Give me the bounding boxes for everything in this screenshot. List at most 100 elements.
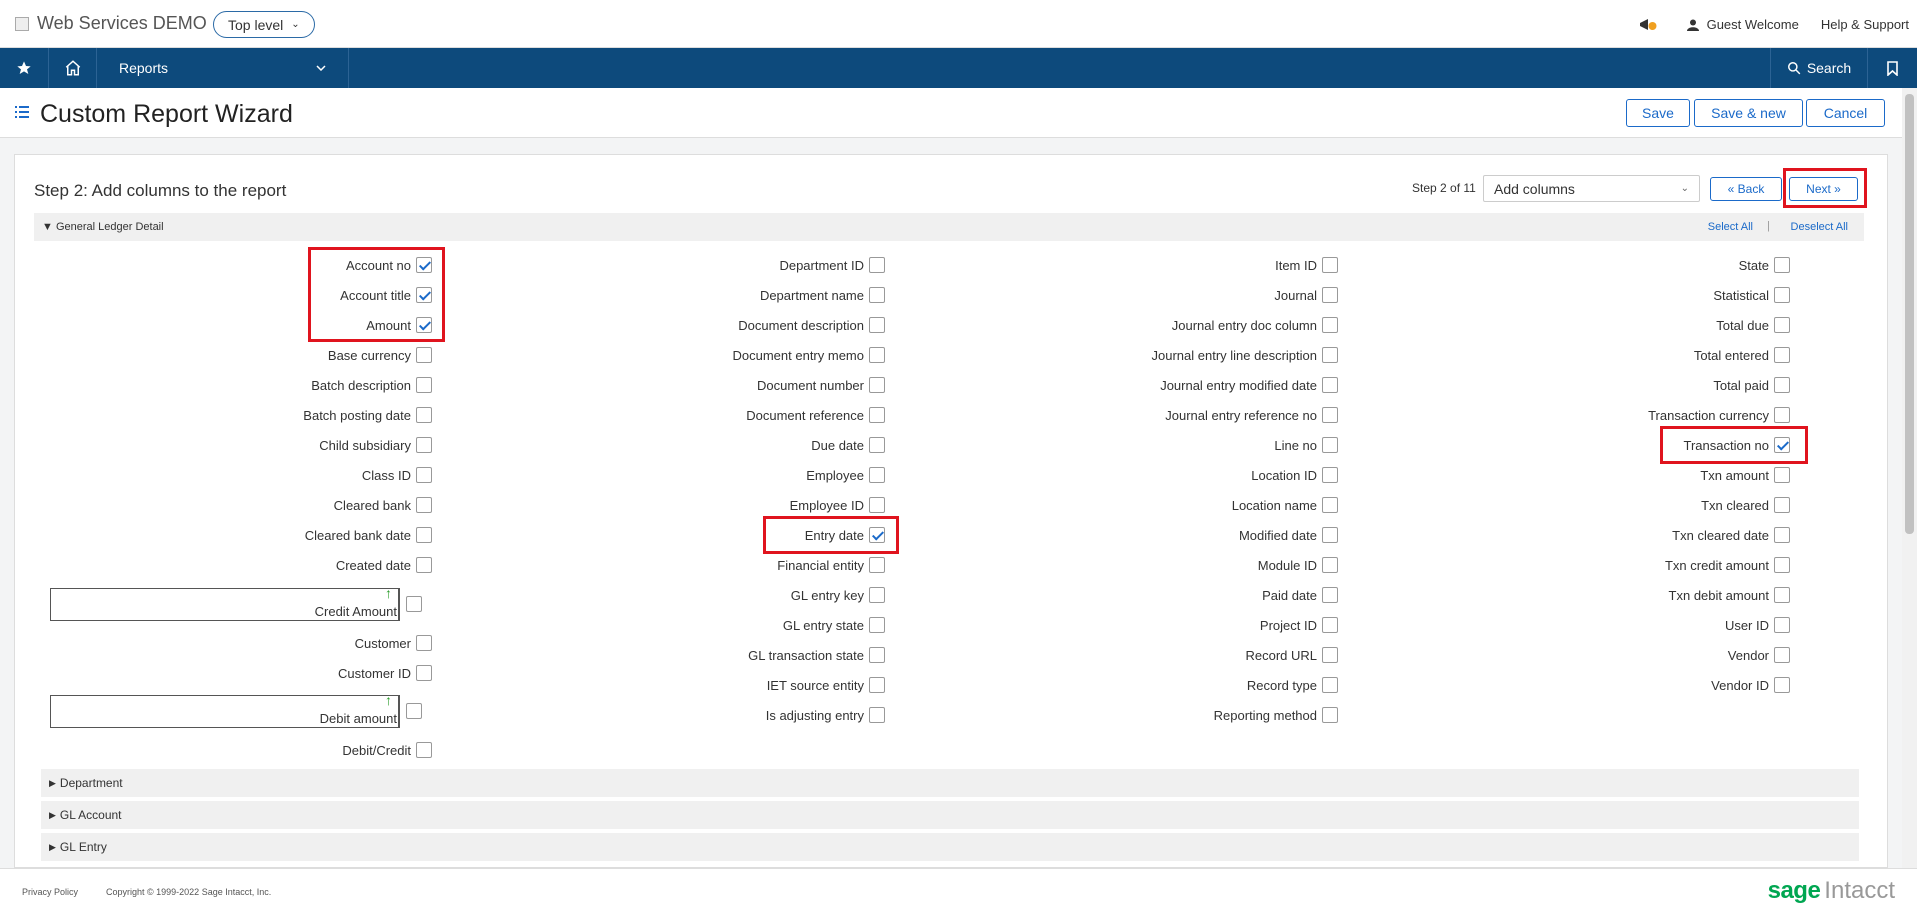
checkbox[interactable] [1322,257,1338,273]
checkbox[interactable] [1322,557,1338,573]
column-field-row[interactable]: Entry date [545,524,885,546]
column-field-row[interactable]: Department ID [545,254,885,276]
privacy-policy-link[interactable]: Privacy Policy [22,887,78,897]
checkbox[interactable] [416,665,432,681]
column-field-row[interactable]: Line no [998,434,1338,456]
reports-menu[interactable]: Reports [97,48,349,88]
column-field-row[interactable]: Financial entity [545,554,885,576]
column-field-row[interactable]: Modified date [998,524,1338,546]
column-field-row[interactable]: Is adjusting entry [545,704,885,726]
checkbox[interactable] [869,707,885,723]
column-field-row[interactable]: Txn cleared date [1450,524,1790,546]
checkbox[interactable] [1322,587,1338,603]
search-button[interactable]: Search [1770,48,1868,88]
column-field-row[interactable]: Journal entry line description [998,344,1338,366]
checkbox[interactable] [1322,497,1338,513]
checkbox-checked[interactable] [869,527,885,543]
checkbox[interactable] [869,437,885,453]
column-field-row[interactable]: GL transaction state [545,644,885,666]
column-field-row[interactable]: Transaction no [1450,434,1790,456]
checkbox[interactable] [869,377,885,393]
column-field-row[interactable]: Location name [998,494,1338,516]
column-field-row[interactable]: Employee [545,464,885,486]
section-department[interactable]: ▶ Department [41,769,1859,797]
save-and-new-button[interactable]: Save & new [1694,99,1803,127]
next-button[interactable]: Next » [1789,177,1858,201]
checkbox[interactable] [1322,437,1338,453]
checkbox[interactable] [869,317,885,333]
column-field-row[interactable]: Cleared bank [92,494,432,516]
column-field-row[interactable]: Record type [998,674,1338,696]
checkbox[interactable] [1774,377,1790,393]
column-field-row[interactable]: Txn cleared [1450,494,1790,516]
checkbox[interactable] [869,407,885,423]
checkbox[interactable] [869,677,885,693]
save-button[interactable]: Save [1626,99,1690,127]
checkbox[interactable] [1322,347,1338,363]
checkbox[interactable] [416,467,432,483]
checkbox-checked[interactable] [416,317,432,333]
column-field-row[interactable]: Total due [1450,314,1790,336]
level-selector[interactable]: Top level ⌄ [213,11,315,38]
checkbox[interactable] [1774,257,1790,273]
column-field-row[interactable]: GL entry key [545,584,885,606]
checkbox[interactable] [869,497,885,513]
column-field-row[interactable]: GL entry state [545,614,885,636]
column-field-row[interactable]: Customer ID [92,662,432,684]
guest-user-menu[interactable]: Guest Welcome [1686,17,1799,32]
checkbox[interactable] [406,703,422,719]
column-field-row[interactable]: Total paid [1450,374,1790,396]
column-field-row[interactable]: Record URL [998,644,1338,666]
formula-input[interactable]: ↑ Debit amount [50,692,400,728]
checkbox[interactable] [406,596,422,612]
column-field-row[interactable]: Statistical [1450,284,1790,306]
column-field-row[interactable]: Department name [545,284,885,306]
column-field-row[interactable]: Document entry memo [545,344,885,366]
column-field-row[interactable]: Batch posting date [92,404,432,426]
formula-field-debit-amount[interactable]: ↑ Debit amount [50,692,430,728]
column-field-row[interactable]: Document reference [545,404,885,426]
column-field-row[interactable]: User ID [1450,614,1790,636]
brand[interactable]: Web Services DEMO [15,13,207,34]
column-field-row[interactable]: Journal [998,284,1338,306]
checkbox[interactable] [1322,707,1338,723]
checkbox[interactable] [869,557,885,573]
column-field-row[interactable]: Debit/Credit [92,739,432,761]
checkbox[interactable] [416,527,432,543]
checkbox[interactable] [1322,527,1338,543]
column-field-row[interactable]: Module ID [998,554,1338,576]
column-field-row[interactable]: Base currency [92,344,432,366]
checkbox[interactable] [1774,407,1790,423]
column-field-row[interactable]: Item ID [998,254,1338,276]
home-button[interactable] [49,48,97,88]
checkbox[interactable] [1322,317,1338,333]
checkbox[interactable] [1774,347,1790,363]
checkbox[interactable] [1322,467,1338,483]
column-field-row[interactable]: Journal entry modified date [998,374,1338,396]
column-field-row[interactable]: IET source entity [545,674,885,696]
section-gl-entry[interactable]: ▶ GL Entry [41,833,1859,861]
page-scrollbar[interactable] [1902,88,1917,868]
column-field-row[interactable]: Employee ID [545,494,885,516]
checkbox[interactable] [416,635,432,651]
checkbox[interactable] [869,587,885,603]
checkbox[interactable] [416,742,432,758]
checkbox[interactable] [1774,467,1790,483]
section-header-general-ledger-detail[interactable]: ▼ General Ledger Detail Select All | Des… [34,213,1864,241]
checkbox[interactable] [1774,587,1790,603]
favorites-button[interactable] [0,48,49,88]
select-all-link[interactable]: Select All [1708,221,1753,233]
checkbox[interactable] [869,347,885,363]
bookmark-button[interactable] [1868,48,1917,88]
column-field-row[interactable]: Customer [92,632,432,654]
column-field-row[interactable]: Class ID [92,464,432,486]
checkbox-checked[interactable] [416,257,432,273]
column-field-row[interactable]: Location ID [998,464,1338,486]
checkbox[interactable] [416,437,432,453]
column-field-row[interactable]: State [1450,254,1790,276]
checkbox[interactable] [1322,677,1338,693]
column-field-row[interactable]: Account no [92,254,432,276]
column-field-row[interactable]: Document description [545,314,885,336]
scrollbar-thumb[interactable] [1905,94,1914,534]
formula-field-credit-amount[interactable]: ↑ Credit Amount [50,585,430,621]
